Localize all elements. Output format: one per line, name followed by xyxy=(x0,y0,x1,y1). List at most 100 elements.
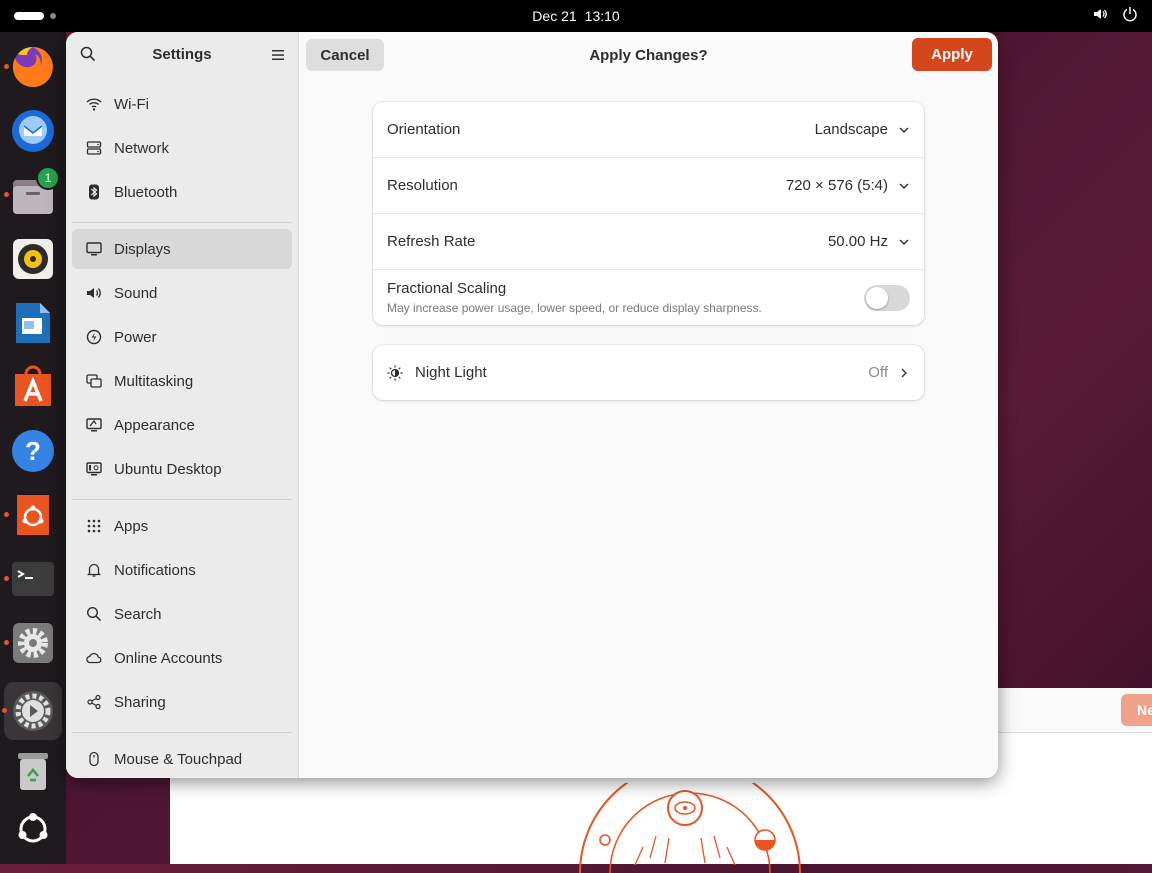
sidebar-item-sound[interactable]: Sound xyxy=(72,273,292,313)
firefox-icon xyxy=(12,47,53,87)
sidebar-item-label: Displays xyxy=(114,240,171,258)
activities-indicator[interactable] xyxy=(14,12,56,20)
night-light-value: Off xyxy=(868,364,888,381)
running-indicator xyxy=(4,512,9,517)
files-badge: 1 xyxy=(36,166,60,190)
sidebar-item-sharing[interactable]: Sharing xyxy=(72,682,292,722)
dock-files[interactable]: 1 xyxy=(4,166,60,220)
sidebar-item-wifi[interactable]: Wi-Fi xyxy=(72,84,292,124)
sidebar-item-search[interactable]: Search xyxy=(72,594,292,634)
dock-ubuntu-installer[interactable] xyxy=(4,490,58,540)
power-icon xyxy=(86,329,102,345)
rhythmbox-icon xyxy=(13,239,53,279)
notifications-icon xyxy=(86,563,102,577)
settings-icon xyxy=(13,623,53,663)
search-icon xyxy=(86,606,102,622)
sidebar-item-ubuntu-desktop[interactable]: Ubuntu Desktop xyxy=(72,449,292,489)
refresh-rate-value: 50.00 Hz xyxy=(827,233,888,250)
fractional-scaling-row: Fractional Scaling May increase power us… xyxy=(373,270,924,325)
app-center-icon xyxy=(15,365,51,406)
sidebar-item-label: Search xyxy=(114,605,162,623)
trash-icon xyxy=(18,753,48,790)
sidebar-item-label: Sound xyxy=(114,284,158,302)
orientation-row[interactable]: Orientation Landscape xyxy=(373,102,924,158)
display-icon xyxy=(86,242,102,256)
apply-button[interactable]: Apply xyxy=(912,38,992,71)
apps-icon xyxy=(87,519,101,533)
night-light-row[interactable]: Night Light Off xyxy=(373,345,924,400)
dock-trash[interactable] xyxy=(8,746,58,796)
sidebar-item-multitasking[interactable]: Multitasking xyxy=(72,361,292,401)
sidebar-item-appearance[interactable]: Appearance xyxy=(72,405,292,445)
refresh-rate-label: Refresh Rate xyxy=(387,233,476,250)
background-next-button[interactable]: Ne xyxy=(1121,694,1152,726)
dock: 1 ? xyxy=(0,32,66,864)
night-light-label: Night Light xyxy=(415,364,487,381)
multitasking-icon xyxy=(86,374,102,388)
workspace-active-pill xyxy=(14,12,44,20)
sidebar-separator xyxy=(72,732,292,733)
ubuntu-desktop-icon xyxy=(86,462,102,476)
sidebar-item-displays[interactable]: Displays xyxy=(72,229,292,269)
network-icon xyxy=(86,141,102,155)
sidebar-item-label: Wi-Fi xyxy=(114,95,149,113)
clock[interactable]: Dec 21 13:10 xyxy=(532,8,619,24)
dock-show-apps[interactable] xyxy=(8,804,58,854)
sidebar-item-label: Network xyxy=(114,139,170,157)
top-bar: Dec 21 13:10 xyxy=(0,0,1152,32)
sidebar-menu-button[interactable] xyxy=(272,48,284,66)
sidebar-item-label: Ubuntu Desktop xyxy=(114,460,222,478)
sidebar-item-power[interactable]: Power xyxy=(72,317,292,357)
installer-illustration xyxy=(579,783,801,873)
system-status-area[interactable] xyxy=(1092,6,1138,22)
fractional-scaling-toggle[interactable] xyxy=(864,284,910,311)
dock-rhythmbox[interactable] xyxy=(8,234,58,284)
mouse-icon xyxy=(89,751,99,767)
power-menu-icon xyxy=(1123,7,1137,22)
dock-settings[interactable] xyxy=(4,618,58,668)
night-light-card: Night Light Off xyxy=(373,345,924,400)
sidebar-item-apps[interactable]: Apps xyxy=(72,506,292,546)
share-icon xyxy=(87,694,101,710)
refresh-rate-row[interactable]: Refresh Rate 50.00 Hz xyxy=(373,214,924,270)
page-title: Apply Changes? xyxy=(589,47,708,64)
sidebar-separator xyxy=(72,222,292,223)
show-apps-icon xyxy=(18,813,48,843)
sidebar-header: Settings xyxy=(66,32,298,78)
sidebar-item-network[interactable]: Network xyxy=(72,128,292,168)
sidebar-separator xyxy=(72,499,292,500)
running-indicator xyxy=(4,576,9,581)
settings-active-icon xyxy=(13,691,53,731)
sidebar-item-label: Sharing xyxy=(114,693,166,711)
sidebar-item-label: Apps xyxy=(114,517,149,535)
running-indicator xyxy=(4,64,9,69)
background-next-label: Ne xyxy=(1137,702,1152,718)
fractional-scaling-subtitle: May increase power usage, lower speed, o… xyxy=(387,301,762,315)
sidebar-item-bluetooth[interactable]: Bluetooth xyxy=(72,172,292,212)
dock-app-center[interactable] xyxy=(8,362,58,412)
sidebar-item-online-accounts[interactable]: Online Accounts xyxy=(72,638,292,678)
chevron-right-icon xyxy=(901,368,907,377)
sidebar-item-mouse-touchpad[interactable]: Mouse & Touchpad xyxy=(72,739,292,778)
dock-thunderbird[interactable] xyxy=(8,106,58,156)
resolution-row[interactable]: Resolution 720 × 576 (5:4) xyxy=(373,158,924,214)
sidebar-item-notifications[interactable]: Notifications xyxy=(72,550,292,590)
bluetooth-icon xyxy=(89,184,99,200)
help-icon: ? xyxy=(12,430,54,472)
dock-firefox[interactable] xyxy=(4,42,58,92)
workspace-dot xyxy=(50,13,56,19)
chevron-down-icon xyxy=(899,183,909,189)
sidebar-item-label: Online Accounts xyxy=(114,649,223,667)
cloud-icon xyxy=(86,652,102,664)
sidebar-item-label: Power xyxy=(114,328,157,346)
settings-sidebar: Settings Wi-Fi Network Bluetooth Display… xyxy=(66,32,299,778)
orientation-value: Landscape xyxy=(814,121,888,138)
dock-help[interactable]: ? xyxy=(8,426,58,476)
dock-settings-active[interactable] xyxy=(2,682,62,740)
libreoffice-writer-icon xyxy=(16,303,50,343)
dock-terminal[interactable] xyxy=(4,554,58,604)
dock-writer[interactable] xyxy=(8,298,58,348)
ubuntu-installer-icon xyxy=(17,495,49,535)
thunderbird-icon xyxy=(12,110,54,152)
settings-window: Settings Wi-Fi Network Bluetooth Display… xyxy=(66,32,998,778)
